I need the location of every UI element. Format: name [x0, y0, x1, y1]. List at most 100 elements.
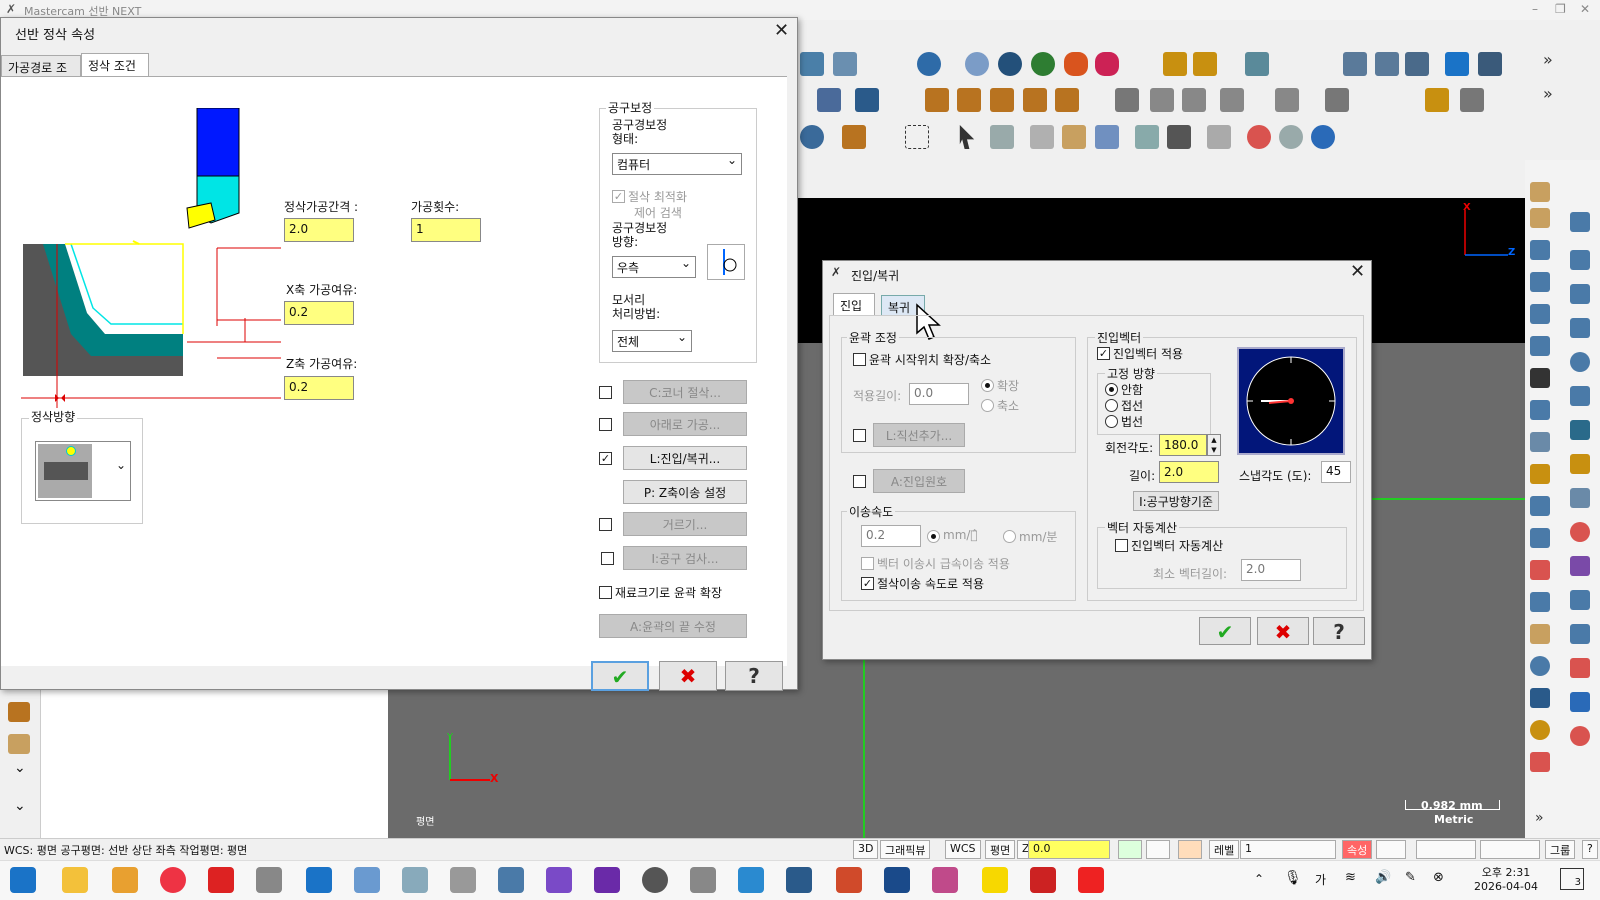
rapid-vector-checkbox[interactable] [861, 557, 874, 570]
z-shift-button[interactable]: P: Z축이송 설정 [623, 480, 747, 504]
box3d-icon[interactable] [1570, 454, 1590, 474]
bz-app-icon[interactable] [306, 867, 332, 893]
select-solids-icon[interactable] [1135, 125, 1159, 149]
pen-tray-icon[interactable]: ✎ [1405, 870, 1416, 885]
finish-direction-select[interactable]: ⌄ [35, 441, 131, 501]
cut-feed-checkbox[interactable]: ✓ [861, 577, 874, 590]
line-color-icon[interactable] [1178, 840, 1202, 859]
color-icon[interactable] [1118, 840, 1142, 859]
tool-check-checkbox[interactable] [601, 552, 614, 565]
lead-ok-button[interactable]: ✔ [1199, 617, 1251, 645]
corner-select[interactable]: 전체 [612, 330, 692, 352]
help-query-icon[interactable] [1343, 52, 1367, 76]
help-circle-icon[interactable] [1311, 125, 1335, 149]
plunge-checkbox[interactable] [599, 418, 612, 431]
layers2-icon[interactable] [1570, 692, 1590, 712]
curve-icon[interactable] [1530, 182, 1550, 202]
gear-icon[interactable] [1530, 720, 1550, 740]
app-close-button[interactable]: ✕ [1580, 2, 1590, 16]
snowflake-app-icon[interactable] [1078, 867, 1104, 893]
wire-icon[interactable] [1182, 88, 1206, 112]
comp-dir-select[interactable]: 우측 [612, 256, 696, 278]
surface-orange-icon[interactable] [1064, 52, 1088, 76]
expand-down-icon[interactable]: ⌄ [14, 760, 26, 776]
restore-button[interactable]: ❐ [1555, 2, 1566, 16]
delete-icon[interactable] [1570, 522, 1590, 542]
mastercam-icon[interactable] [256, 867, 282, 893]
help-button[interactable]: ? [725, 661, 783, 691]
blocks-icon[interactable] [1530, 592, 1550, 612]
clock-date[interactable]: 2026-04-04 [1470, 880, 1542, 893]
plus-icon[interactable] [1570, 284, 1590, 304]
3d-button[interactable]: 3D [853, 840, 879, 859]
line-style-select[interactable] [1416, 840, 1476, 859]
target-icon[interactable] [1530, 656, 1550, 676]
circle-icon[interactable] [1570, 352, 1590, 372]
none-radio[interactable] [1105, 383, 1118, 396]
edge-icon[interactable] [738, 867, 764, 893]
line-icon[interactable] [1163, 52, 1187, 76]
spline-icon[interactable] [1570, 318, 1590, 338]
lead-checkbox[interactable]: ✓ [599, 452, 612, 465]
mic-icon[interactable]: 🎙 [1284, 870, 1302, 886]
comp-type-select[interactable]: 컴퓨터 [612, 153, 742, 175]
array-icon[interactable] [957, 88, 981, 112]
rot-angle-spinner[interactable]: ▲ ▼ [1207, 434, 1221, 456]
notification-button[interactable]: 3 [1560, 868, 1584, 890]
settings-icon[interactable] [1445, 52, 1469, 76]
arc-icon[interactable] [1570, 250, 1590, 270]
folder-icon[interactable] [1530, 496, 1550, 516]
grid4-icon[interactable] [1530, 304, 1550, 324]
arc2-icon[interactable] [1570, 386, 1590, 406]
tab-toolpath-params[interactable]: 가공경로 조건 [1, 55, 81, 92]
tool-icon[interactable] [1115, 88, 1139, 112]
undo-icon[interactable] [1245, 52, 1269, 76]
solids-manager-icon[interactable] [8, 734, 30, 754]
select-solid-icon[interactable] [990, 125, 1014, 149]
color-icon[interactable] [1570, 556, 1590, 576]
mesh-icon[interactable] [1150, 88, 1174, 112]
toolpath-manager-icon[interactable] [8, 702, 30, 722]
num-passes-input[interactable]: 1 [411, 218, 481, 242]
sphere-icon[interactable] [965, 52, 989, 76]
lead-cancel-button[interactable]: ✖ [1257, 617, 1309, 645]
attributes-button[interactable]: 속성 [1342, 840, 1373, 859]
wcs-button[interactable]: WCS [945, 840, 981, 859]
start-icon[interactable] [10, 867, 36, 893]
new-icon[interactable] [1530, 560, 1550, 580]
filter-button[interactable]: 거르기... [623, 512, 747, 536]
fit-icon[interactable] [1530, 368, 1550, 388]
rot-angle-input[interactable]: 180.0 [1159, 434, 1207, 456]
graphic-view-button[interactable]: 그래픽뷰 [880, 840, 931, 859]
level-input[interactable]: 1 [1240, 840, 1336, 859]
toolbar-more-icon[interactable]: » [1535, 810, 1544, 826]
red-app-icon[interactable] [208, 867, 234, 893]
add-line-button[interactable]: L:직선추가... [873, 423, 965, 447]
measure-icon[interactable] [1405, 52, 1429, 76]
pencil-app-icon[interactable] [112, 867, 138, 893]
sketch-icon[interactable] [1530, 208, 1550, 228]
solid-icon[interactable] [800, 52, 824, 76]
rotate-view-icon[interactable] [800, 125, 824, 149]
explorer-icon[interactable] [62, 867, 88, 893]
x-stock-input[interactable]: 0.2 [284, 301, 354, 325]
corner-cut-checkbox[interactable] [599, 386, 612, 399]
stats-icon[interactable] [1570, 658, 1590, 678]
mm-rev-radio[interactable] [927, 530, 940, 543]
lead-dialog-close-button[interactable]: ✕ [1350, 261, 1365, 282]
ok-button[interactable]: ✔ [591, 661, 649, 691]
paint-icon[interactable] [354, 867, 380, 893]
z-stock-input[interactable]: 0.2 [284, 376, 354, 400]
apply-length-input[interactable]: 0.0 [909, 383, 969, 405]
xform-icon[interactable] [925, 88, 949, 112]
ribbon-expand2-icon[interactable]: » [1543, 84, 1553, 103]
min-len-input[interactable]: 2.0 [1241, 559, 1301, 581]
length-input[interactable]: 2.0 [1159, 461, 1219, 483]
pen-icon[interactable] [450, 867, 476, 893]
extend-contour-checkbox[interactable] [599, 586, 612, 599]
cancel-button[interactable]: ✖ [659, 661, 717, 691]
pencil-icon[interactable] [1530, 464, 1550, 484]
toolpath-icon[interactable] [1570, 590, 1590, 610]
lead-button[interactable]: L:진입/복귀... [623, 446, 747, 470]
analyze-icon[interactable] [1375, 52, 1399, 76]
